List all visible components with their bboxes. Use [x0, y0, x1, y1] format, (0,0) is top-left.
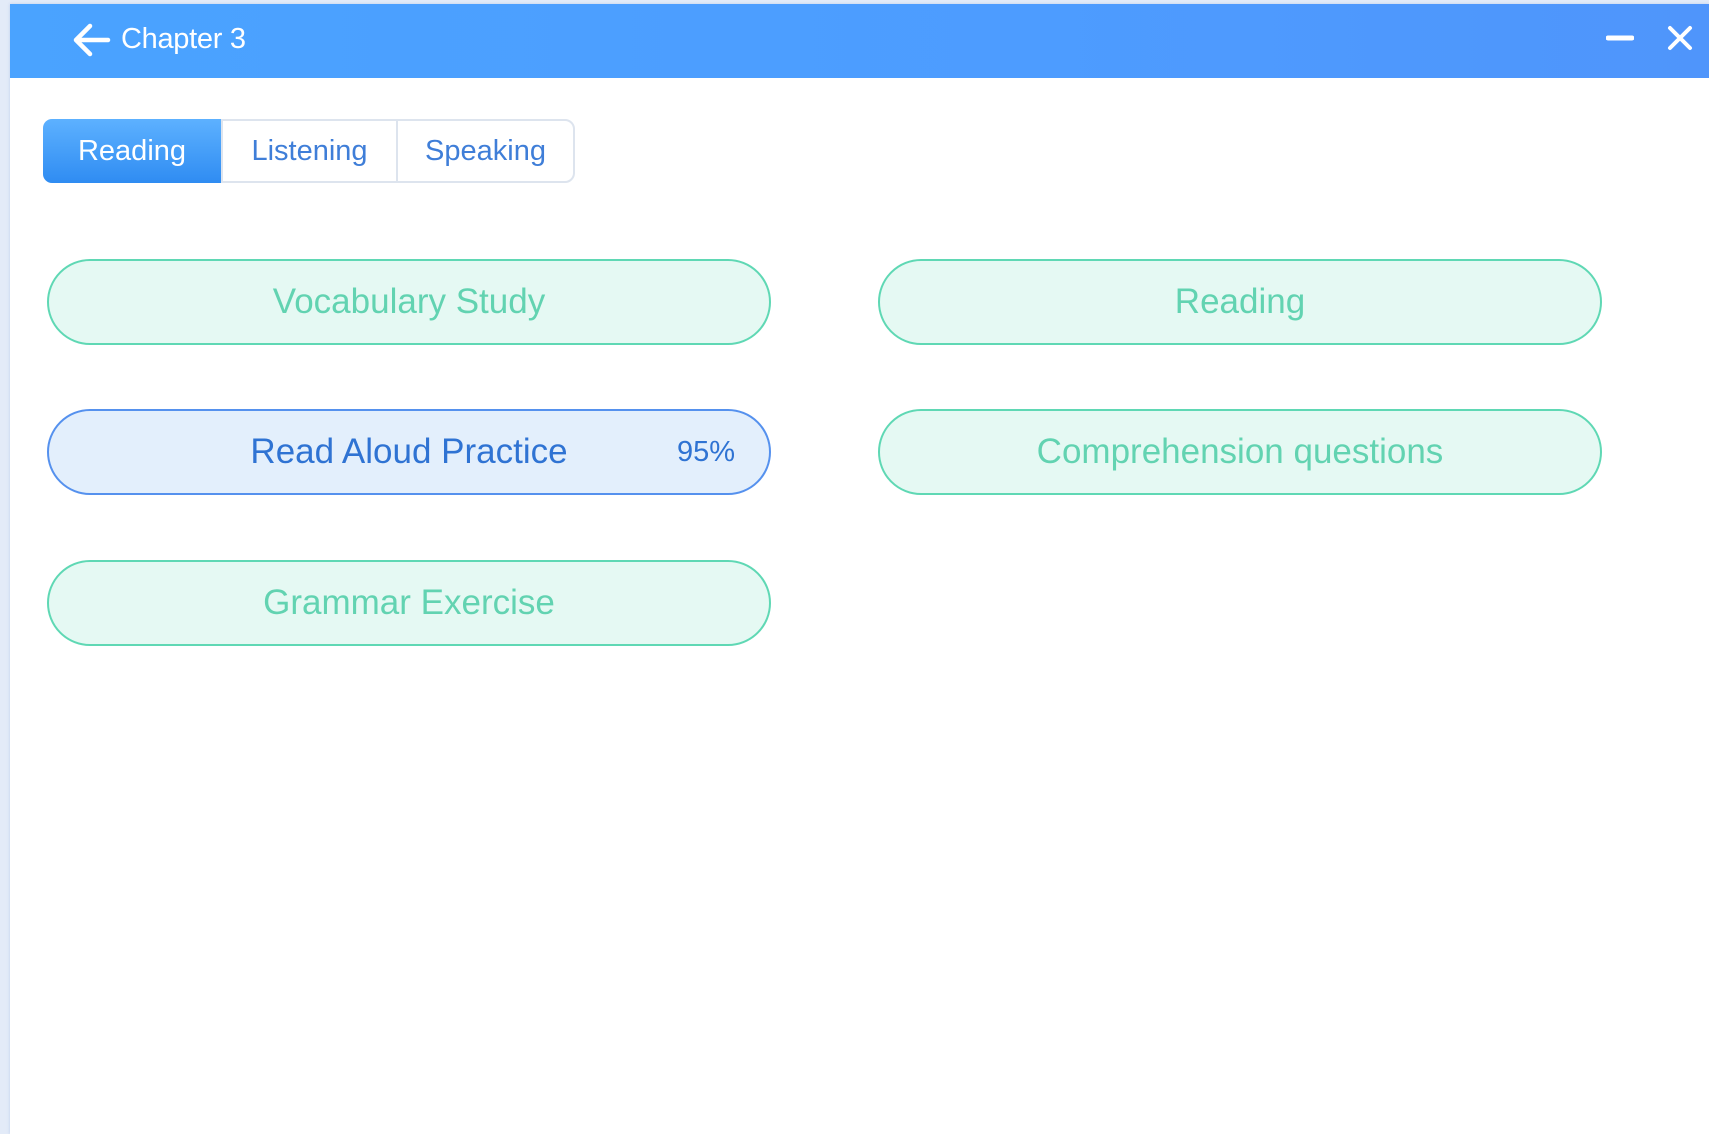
grammar-exercise-button[interactable]: Grammar Exercise — [47, 560, 771, 646]
tab-reading[interactable]: Reading — [43, 119, 221, 183]
tab-listening[interactable]: Listening — [221, 121, 396, 181]
title-bar: Chapter 3 — [10, 4, 1709, 78]
window-title: Chapter 3 — [121, 23, 246, 55]
progress-percent: 95% — [676, 435, 735, 468]
arrow-left-icon — [73, 23, 111, 57]
activity-label: Vocabulary Study — [272, 282, 546, 321]
read-aloud-practice-button[interactable]: Read Aloud Practice 95% — [47, 409, 771, 495]
activity-label: Grammar Exercise — [263, 583, 555, 622]
comprehension-questions-button[interactable]: Comprehension questions — [878, 409, 1602, 495]
vocabulary-study-button[interactable]: Vocabulary Study — [47, 259, 771, 345]
close-button[interactable] — [1658, 16, 1702, 60]
minus-icon — [1606, 35, 1634, 41]
tab-speaking[interactable]: Speaking — [396, 121, 573, 181]
activity-label: Comprehension questions — [1036, 432, 1444, 471]
close-icon — [1668, 26, 1692, 50]
minimize-button[interactable] — [1598, 16, 1642, 60]
reading-button[interactable]: Reading — [878, 259, 1602, 345]
activity-label: Reading — [1174, 282, 1306, 321]
back-button[interactable] — [68, 16, 116, 64]
activity-label: Read Aloud Practice — [250, 432, 568, 471]
section-tabs: Reading Listening Speaking — [43, 119, 575, 183]
